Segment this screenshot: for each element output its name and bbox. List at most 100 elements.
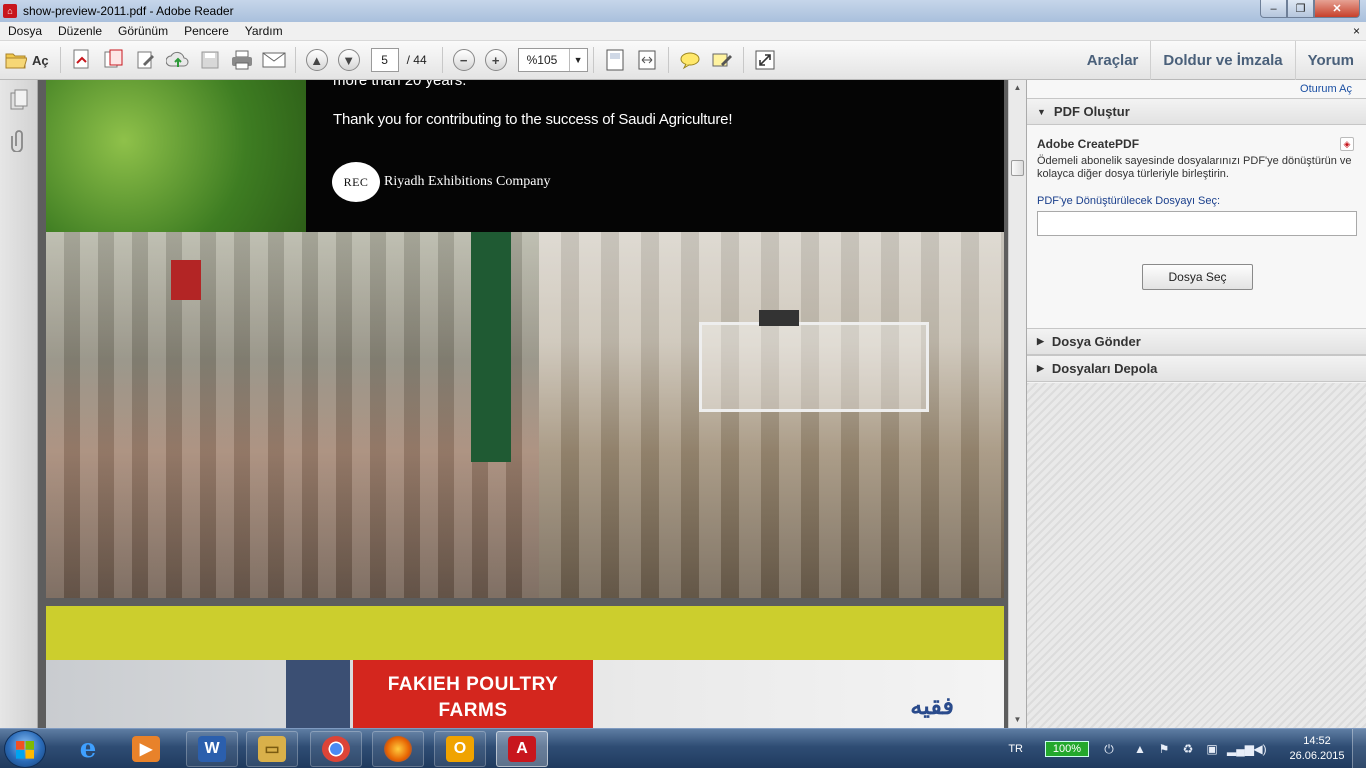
save-icon[interactable]: [196, 46, 224, 74]
sign-in-link[interactable]: Oturum Aç: [1027, 80, 1366, 98]
close-button[interactable]: ✕: [1314, 0, 1360, 18]
taskbar-word[interactable]: W: [186, 731, 238, 767]
maximize-button[interactable]: ❐: [1287, 0, 1314, 18]
signal-strength-icon[interactable]: ▂▄▆: [1227, 741, 1254, 757]
device-icon[interactable]: ▣: [1203, 741, 1221, 757]
fit-width-icon[interactable]: [633, 46, 661, 74]
power-plug-icon[interactable]: ⏻: [1100, 741, 1118, 757]
internet-explorer-icon: e: [79, 734, 97, 764]
windows-logo-icon: [16, 741, 34, 759]
chrome-icon: ◎: [322, 736, 350, 762]
start-button[interactable]: [4, 730, 46, 768]
taskbar-firefox[interactable]: ◉: [372, 731, 424, 767]
document-viewport[interactable]: more than 20 years. Thank you for contri…: [38, 80, 1008, 728]
language-indicator[interactable]: TR: [1008, 743, 1023, 755]
yellow-band: [46, 606, 1004, 660]
file-path-field[interactable]: [1037, 211, 1357, 236]
rec-company-name: Riyadh Exhibitions Company: [384, 174, 551, 189]
zoom-value: %105: [526, 53, 558, 67]
tab-fill-and-sign[interactable]: Doldur ve İmzala: [1150, 41, 1294, 80]
taskbar-chrome[interactable]: ◎: [310, 731, 362, 767]
section-store-files[interactable]: ▶ Dosyaları Depola: [1027, 355, 1366, 382]
open-label[interactable]: Aç: [32, 53, 49, 68]
rec-logo-mark: REC: [332, 162, 380, 202]
page-thumbnails-icon[interactable]: [0, 80, 38, 120]
taskbar-internet-explorer[interactable]: e: [62, 731, 114, 767]
create-pdf-icon[interactable]: [68, 46, 96, 74]
edit-icon[interactable]: [132, 46, 160, 74]
open-folder-icon[interactable]: [2, 46, 30, 74]
show-desktop-button[interactable]: [1352, 729, 1366, 768]
previous-page-icon[interactable]: ▲: [305, 49, 328, 71]
black-text-panel: more than 20 years. Thank you for contri…: [306, 80, 1004, 232]
minimize-button[interactable]: –: [1260, 0, 1287, 18]
section-create-pdf[interactable]: ▼ PDF Oluştur: [1027, 98, 1366, 125]
page-total: / 44: [406, 53, 427, 67]
toolbar-separator: [59, 47, 61, 73]
zoom-select[interactable]: %105 ▼: [517, 48, 588, 72]
media-player-icon: ▶: [132, 736, 160, 762]
clock-date: 26.06.2015: [1289, 750, 1345, 762]
fit-page-icon[interactable]: [601, 46, 629, 74]
choose-file-button[interactable]: Dosya Seç: [1142, 264, 1253, 290]
navigation-pane: [0, 80, 38, 728]
upload-cloud-icon[interactable]: [164, 46, 192, 74]
print-icon[interactable]: [228, 46, 256, 74]
scroll-down-icon[interactable]: ▼: [1009, 712, 1026, 728]
taskbar-media-player[interactable]: ▶: [120, 731, 172, 767]
comment-icon[interactable]: [676, 46, 704, 74]
vertical-scrollbar[interactable]: ▲ ▼: [1008, 80, 1026, 728]
email-icon[interactable]: [260, 46, 288, 74]
main-toolbar: Aç ▲ ▼ 5 / 44 − + %105 ▼ Araçlar Doldur …: [0, 41, 1366, 80]
createpdf-icon: ◈: [1340, 137, 1354, 151]
battery-indicator[interactable]: 100%: [1045, 741, 1089, 757]
sync-icon[interactable]: ♻: [1179, 741, 1197, 757]
tab-comment[interactable]: Yorum: [1294, 41, 1366, 80]
task-pane-tabs: Araçlar Doldur ve İmzala Yorum: [1075, 41, 1366, 80]
attachments-icon[interactable]: [0, 120, 38, 160]
rec-logo: REC Riyadh Exhibitions Company: [332, 162, 550, 202]
adobe-reader-icon: A: [508, 736, 536, 762]
tab-tools[interactable]: Araçlar: [1075, 41, 1151, 80]
taskbar-adobe-reader[interactable]: A: [496, 731, 548, 767]
volume-icon[interactable]: ◀): [1251, 741, 1269, 757]
next-page-icon[interactable]: ▼: [337, 49, 360, 71]
createpdf-description: Ödemeli abonelik sayesinde dosyalarınızı…: [1037, 155, 1352, 180]
partial-text-line: more than 20 years.: [333, 80, 467, 89]
booth-blue-wall: [286, 660, 350, 728]
adobe-reader-app-icon[interactable]: ⌂: [3, 4, 17, 18]
scroll-up-icon[interactable]: ▲: [1009, 80, 1026, 96]
menu-pencere[interactable]: Pencere: [176, 24, 237, 38]
menu-yardim[interactable]: Yardım: [237, 24, 291, 38]
folder-icon: ▭: [258, 736, 286, 762]
section-store-files-label: Dosyaları Depola: [1051, 361, 1158, 376]
combine-files-icon[interactable]: [100, 46, 128, 74]
page-number-input[interactable]: 5: [370, 48, 399, 72]
photo-gap: [46, 598, 1004, 606]
toolbar-separator: [294, 47, 296, 73]
zoom-in-icon[interactable]: +: [484, 49, 507, 71]
menu-gorunum[interactable]: Görünüm: [110, 24, 176, 38]
menu-dosya[interactable]: Dosya: [0, 24, 50, 38]
zoom-out-icon[interactable]: −: [452, 49, 475, 71]
menu-duzenle[interactable]: Düzenle: [50, 24, 110, 38]
show-hidden-icons-icon[interactable]: ▲: [1131, 741, 1149, 757]
taskbar-outlook[interactable]: O: [434, 731, 486, 767]
exhibition-crowd-photo: [46, 232, 539, 598]
clock[interactable]: 14:52 26.06.2015: [1282, 734, 1352, 764]
close-document-icon[interactable]: ×: [1353, 24, 1360, 38]
toolbar-separator: [441, 47, 443, 73]
title-bar: ⌂ show-preview-2011.pdf - Adobe Reader –…: [0, 0, 1366, 22]
fullscreen-icon[interactable]: [751, 46, 779, 74]
section-send-files[interactable]: ▶ Dosya Gönder: [1027, 328, 1366, 355]
taskbar-explorer[interactable]: ▭: [246, 731, 298, 767]
chevron-down-icon[interactable]: ▼: [568, 49, 587, 71]
action-center-icon[interactable]: ⚑: [1155, 741, 1173, 757]
exhibition-hall-photo: [539, 232, 1004, 598]
tools-pane: Oturum Aç ▼ PDF Oluştur Adobe CreatePDF …: [1026, 80, 1366, 728]
scrollbar-thumb[interactable]: [1011, 160, 1024, 176]
highlight-icon[interactable]: [708, 46, 736, 74]
thank-you-text: Thank you for contributing to the succes…: [333, 111, 733, 128]
triangle-right-icon: ▶: [1037, 363, 1044, 373]
booth-signboard: [759, 310, 799, 326]
